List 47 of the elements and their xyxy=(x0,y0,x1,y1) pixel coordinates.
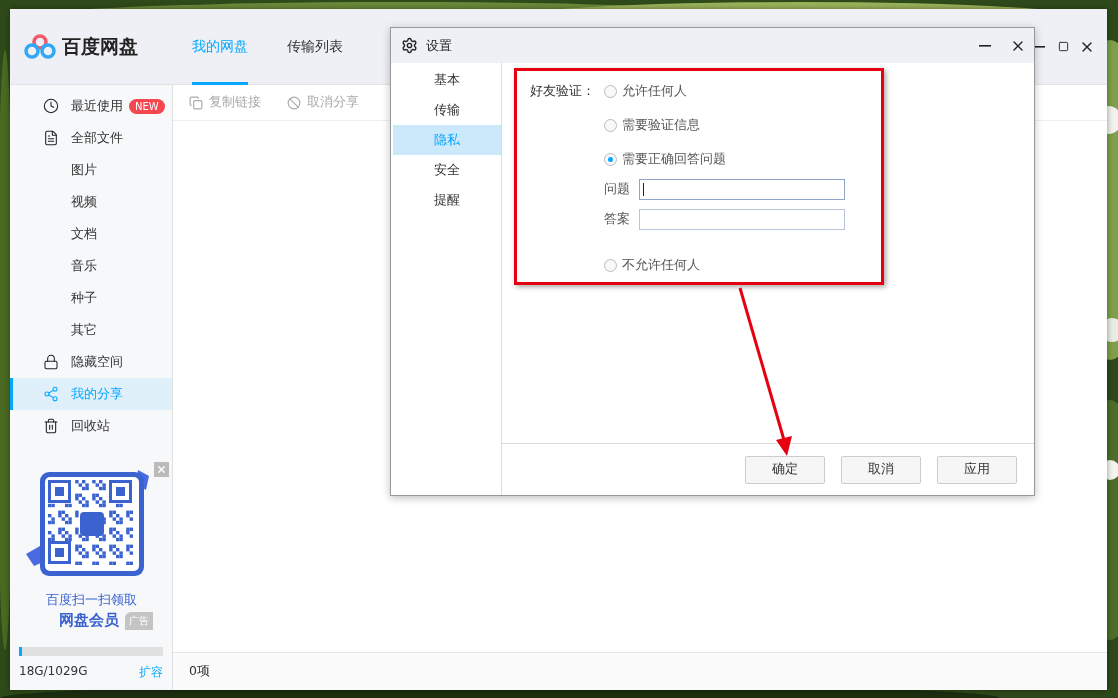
field-label: 问题 xyxy=(604,181,630,198)
cloud-logo-icon xyxy=(24,33,56,60)
field-label: 答案 xyxy=(604,211,630,228)
app-title: 百度网盘 xyxy=(62,33,138,59)
clock-icon xyxy=(43,98,59,114)
sidebar-item[interactable]: 全部文件 xyxy=(10,122,172,154)
settings-nav-item[interactable]: 传输 xyxy=(393,95,501,125)
copy-icon xyxy=(189,95,203,110)
sidebar-item[interactable]: 种子 xyxy=(10,282,172,314)
radio-option[interactable]: 允许任何人 xyxy=(604,83,845,99)
sidebar-item[interactable]: 其它 xyxy=(10,314,172,346)
input-field[interactable] xyxy=(639,179,845,200)
ad-title: 网盘会员 xyxy=(59,611,119,630)
sidebar-item[interactable]: 图片 xyxy=(10,154,172,186)
trash-icon xyxy=(43,418,59,434)
ad-text: 百度扫一扫领取 xyxy=(45,592,137,609)
dialog-button[interactable]: 取消 xyxy=(841,455,921,484)
radio-option[interactable]: 不允许任何人 xyxy=(604,257,845,273)
nav-tab[interactable]: 传输列表 xyxy=(287,8,343,85)
settings-nav-item[interactable]: 提醒 xyxy=(393,185,501,215)
storage-usage: 18G/1029G xyxy=(19,664,88,680)
ban-icon xyxy=(287,95,301,110)
minimize-icon xyxy=(1033,45,1045,48)
settings-nav-item[interactable]: 基本 xyxy=(393,65,501,95)
sidebar-item[interactable]: 最近使用 NEW xyxy=(10,90,172,122)
sidebar-item[interactable]: 隐藏空间 xyxy=(10,346,172,378)
dialog-title: 设置 xyxy=(426,36,452,55)
new-badge: NEW xyxy=(129,98,165,114)
sidebar-item[interactable]: 音乐 xyxy=(10,250,172,282)
radio-option[interactable]: 需要验证信息 xyxy=(604,117,845,133)
item-count: 0项 xyxy=(189,663,210,680)
dialog-button[interactable]: 确定 xyxy=(745,455,825,484)
sidebar-item[interactable]: 视频 xyxy=(10,186,172,218)
sidebar-item[interactable]: 回收站 xyxy=(10,410,172,442)
document-icon xyxy=(43,130,59,146)
close-icon xyxy=(156,464,167,475)
sidebar-item[interactable]: 文档 xyxy=(10,218,172,250)
dialog-button[interactable]: 应用 xyxy=(937,455,1017,484)
maximize-icon xyxy=(1057,41,1069,52)
minimize-icon xyxy=(979,44,991,47)
settings-nav-item[interactable]: 安全 xyxy=(393,155,501,185)
input-field[interactable] xyxy=(639,209,845,230)
share-icon xyxy=(43,386,59,402)
section-label: 好友验证： xyxy=(530,83,596,100)
settings-icon xyxy=(401,37,418,54)
lock-icon xyxy=(43,354,59,370)
radio-option[interactable]: 需要正确回答问题 xyxy=(604,151,845,167)
